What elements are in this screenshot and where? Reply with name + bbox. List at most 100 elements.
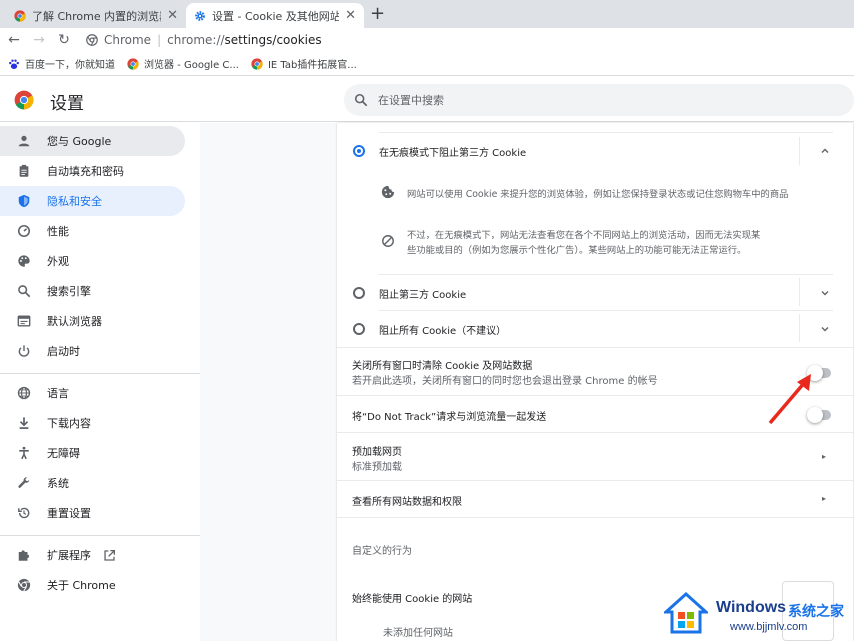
url-text: chrome://settings/cookies: [167, 33, 322, 47]
tab-chrome-tools[interactable]: 了解 Chrome 内置的浏览器工具 ✕: [6, 3, 186, 28]
back-icon[interactable]: ←: [3, 32, 25, 48]
setting-subtitle: 若开启此选项，关闭所有窗口的同时您也会退出登录 Chrome 的帐号: [352, 376, 658, 387]
download-icon: [19, 417, 29, 429]
sidebar-item-performance[interactable]: 性能: [0, 216, 185, 246]
radio-block-third-party[interactable]: [353, 287, 365, 299]
separator: |: [157, 33, 162, 47]
sidebar-item-label: 语言: [47, 387, 69, 400]
address-bar[interactable]: Chrome | chrome://settings/cookies: [80, 30, 854, 50]
new-tab-button[interactable]: +: [370, 3, 385, 25]
chrome-icon: [251, 57, 263, 70]
bookmark-baidu[interactable]: 百度一下，你就知道: [8, 56, 115, 71]
settings-header: 设置: [0, 78, 854, 122]
chevron-right-icon[interactable]: ▸: [822, 452, 826, 461]
option-label: 在无痕模式下阻止第三方 Cookie: [379, 148, 527, 159]
sidebar-item-system[interactable]: 系统: [0, 468, 185, 498]
detail-text: 些功能或目的（例如为您展示个性化广告）。某些网站上的功能可能无法正常运行。: [407, 245, 747, 256]
sidebar-item-languages[interactable]: 语言: [0, 378, 185, 408]
chevron-down-icon[interactable]: [820, 288, 830, 298]
sidebar-item-reset[interactable]: 重置设置: [0, 498, 185, 528]
row-divider: [337, 432, 853, 433]
bookmark-label: 百度一下，你就知道: [25, 60, 115, 71]
chevron-right-icon[interactable]: ▸: [822, 494, 826, 503]
detail-text: 不过，在无痕模式下，网站无法查看您在各个不同网站上的浏览活动，因而无法实现某: [407, 230, 761, 241]
search-icon: [18, 285, 31, 298]
search-input[interactable]: [378, 93, 818, 107]
bookmark-google-chrome[interactable]: 浏览器 - Google C...: [127, 56, 239, 71]
bookmark-label: IE Tab插件拓展官...: [267, 60, 357, 71]
sidebar-item-search-engine[interactable]: 搜索引擎: [0, 276, 185, 306]
section-subheading: 始终能使用 Cookie 的网站: [352, 594, 473, 605]
tab-label: 设置 - Cookie 及其他网站数据: [212, 9, 340, 23]
sidebar-item-label: 系统: [47, 477, 69, 490]
annotation-arrow: [768, 374, 811, 425]
sidebar-item-label: 启动时: [47, 345, 80, 358]
bookmarks-bar: 百度一下，你就知道 浏览器 - Google C... IE Tab插件拓展官.…: [0, 52, 854, 76]
row-divider: [379, 132, 833, 133]
sidebar-item-default-browser[interactable]: 默认浏览器: [0, 306, 185, 336]
tab-settings-cookies[interactable]: 设置 - Cookie 及其他网站数据 ✕: [186, 3, 364, 28]
globe-icon: [17, 386, 31, 400]
sidebar-item-label: 您与 Google: [47, 135, 112, 148]
setting-subtitle: 标准预加载: [352, 462, 402, 473]
chevron-up-icon[interactable]: [820, 146, 830, 156]
cookie-icon: [381, 185, 395, 199]
option-label: 阻止第三方 Cookie: [379, 290, 467, 301]
sidebar-item-you-and-google[interactable]: 您与 Google: [0, 126, 185, 156]
sidebar-item-label: 关于 Chrome: [47, 579, 116, 592]
palette-icon: [18, 255, 30, 267]
sidebar-item-appearance[interactable]: 外观: [0, 246, 185, 276]
person-icon: [18, 135, 30, 147]
search-icon: [354, 93, 368, 107]
chrome-icon: [14, 9, 26, 22]
reload-icon[interactable]: ↻: [53, 32, 75, 48]
shield-icon: [18, 194, 30, 208]
accessibility-icon: [19, 446, 29, 460]
windows-watermark: Windows 系统之家 www.bjjmlv.com: [664, 590, 854, 641]
sidebar-divider: [0, 535, 200, 536]
close-icon[interactable]: ✕: [345, 8, 356, 23]
chevron-down-icon[interactable]: [820, 324, 830, 334]
sidebar-item-downloads[interactable]: 下载内容: [0, 408, 185, 438]
sidebar-item-label: 自动填充和密码: [47, 165, 124, 178]
sidebar-item-about-chrome[interactable]: 关于 Chrome: [0, 570, 185, 600]
baidu-paw-icon: [9, 59, 19, 69]
sidebar-item-autofill[interactable]: 自动填充和密码: [0, 156, 185, 186]
speedometer-icon: [17, 224, 31, 238]
sidebar-item-label: 隐私和安全: [47, 195, 102, 208]
tab-label: 了解 Chrome 内置的浏览器工具: [32, 9, 161, 23]
sidebar-item-accessibility[interactable]: 无障碍: [0, 438, 185, 468]
close-icon[interactable]: ✕: [167, 8, 178, 23]
settings-search[interactable]: [344, 84, 854, 116]
sidebar-item-privacy[interactable]: 隐私和安全: [0, 186, 185, 216]
setting-title: 关闭所有窗口时清除 Cookie 及网站数据: [352, 361, 533, 372]
chrome-logo-icon: [14, 90, 34, 110]
watermark-suffix: 系统之家: [788, 604, 844, 620]
toolbar: ← → ↻ Chrome | chrome://settings/cookies: [0, 28, 854, 52]
page-title: 设置: [50, 94, 84, 114]
wrench-icon: [18, 477, 30, 488]
chrome-icon: [17, 578, 31, 592]
setting-title: 将“Do Not Track”请求与浏览流量一起发送: [352, 412, 547, 423]
forward-icon[interactable]: →: [28, 32, 50, 48]
sidebar-item-extensions[interactable]: 扩展程序: [0, 540, 185, 570]
sidebar-divider: [0, 373, 200, 374]
bookmark-ie-tab[interactable]: IE Tab插件拓展官...: [251, 56, 357, 71]
vertical-separator: [799, 278, 800, 306]
detail-text: 网站可以使用 Cookie 来提升您的浏览体验，例如让您保持登录状态或记住您购物…: [407, 189, 789, 200]
setting-title: 预加载网页: [352, 447, 402, 458]
sidebar-item-on-startup[interactable]: 启动时: [0, 336, 185, 366]
radio-block-all[interactable]: [353, 323, 365, 335]
view-all-sites-link[interactable]: 查看所有网站数据和权限: [352, 493, 462, 508]
reset-icon: [18, 507, 30, 519]
gear-icon: [195, 10, 205, 21]
power-icon: [18, 345, 30, 357]
bookmark-label: 浏览器 - Google C...: [144, 60, 239, 71]
sidebar-item-label: 下载内容: [47, 417, 91, 430]
section-heading: 自定义的行为: [352, 546, 412, 557]
row-divider: [337, 517, 853, 518]
watermark-brand: Windows: [716, 599, 787, 616]
vertical-separator: [799, 314, 800, 342]
radio-block-third-party-incognito[interactable]: [353, 145, 365, 157]
sidebar-item-label: 默认浏览器: [47, 315, 102, 328]
